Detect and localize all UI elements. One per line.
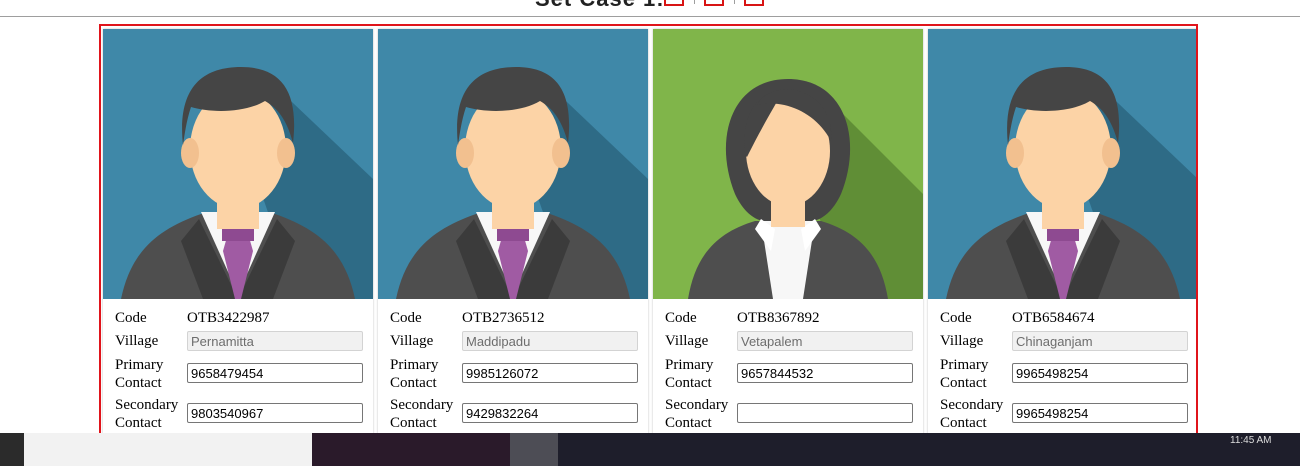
primary-contact-label: Primary Contact bbox=[390, 357, 439, 391]
beneficiary-card: Code OTB6584674 Village PrimaryContact S… bbox=[928, 29, 1196, 438]
code-value: OTB2736512 bbox=[462, 310, 545, 326]
code-label: Code bbox=[115, 310, 147, 326]
code-label: Code bbox=[665, 310, 697, 326]
beneficiary-card: Code OTB8367892 Village PrimaryContact S… bbox=[653, 29, 923, 438]
primary-contact-field[interactable] bbox=[737, 363, 913, 383]
primary-contact-field[interactable] bbox=[462, 363, 638, 383]
code-value: OTB8367892 bbox=[737, 310, 820, 326]
village-field[interactable] bbox=[462, 331, 638, 351]
code-label: Code bbox=[940, 310, 972, 326]
beneficiary-card: Code OTB3422987 Village PrimaryContact S… bbox=[103, 29, 373, 438]
village-field[interactable] bbox=[1012, 331, 1188, 351]
village-field[interactable] bbox=[187, 331, 363, 351]
beneficiary-card-grid: Code OTB3422987 Village PrimaryContact S… bbox=[99, 24, 1198, 440]
os-taskbar: 11:45 AM bbox=[0, 433, 1300, 466]
code-value: OTB3422987 bbox=[187, 310, 270, 326]
male-avatar-icon bbox=[103, 29, 373, 299]
secondary-contact-label: Secondary Contact bbox=[115, 397, 179, 431]
primary-contact-field[interactable] bbox=[1012, 363, 1188, 383]
primary-contact-label: Primary Contact bbox=[940, 357, 989, 391]
taskbar-apps[interactable] bbox=[312, 433, 510, 466]
code-label: Code bbox=[390, 310, 422, 326]
taskbar-active-app[interactable] bbox=[510, 433, 558, 466]
secondary-contact-label: Secondary Contact bbox=[665, 397, 729, 431]
primary-contact-field[interactable] bbox=[187, 363, 363, 383]
village-label: Village bbox=[390, 333, 434, 349]
taskbar-search-box[interactable] bbox=[24, 433, 312, 466]
male-avatar-icon bbox=[928, 29, 1196, 299]
male-avatar-icon bbox=[378, 29, 648, 299]
print-icon[interactable] bbox=[704, 0, 724, 6]
female-avatar-icon bbox=[653, 29, 923, 299]
export-icon[interactable] bbox=[664, 0, 684, 6]
village-field[interactable] bbox=[737, 331, 913, 351]
secondary-contact-field[interactable] bbox=[737, 403, 913, 423]
code-value: OTB6584674 bbox=[1012, 310, 1095, 326]
page-title: Set Case 1: bbox=[535, 0, 665, 12]
village-label: Village bbox=[940, 333, 984, 349]
primary-contact-label: Primary Contact bbox=[665, 357, 714, 391]
village-label: Village bbox=[665, 333, 709, 349]
taskbar-clock[interactable]: 11:45 AM bbox=[1230, 435, 1272, 446]
start-button[interactable] bbox=[0, 433, 24, 466]
divider bbox=[734, 0, 735, 4]
divider bbox=[694, 0, 695, 4]
secondary-contact-field[interactable] bbox=[187, 403, 363, 423]
primary-contact-label: Primary Contact bbox=[115, 357, 164, 391]
beneficiary-card: Code OTB2736512 Village PrimaryContact S… bbox=[378, 29, 648, 438]
secondary-contact-field[interactable] bbox=[1012, 403, 1188, 423]
pdf-icon[interactable] bbox=[744, 0, 764, 6]
secondary-contact-label: Secondary Contact bbox=[940, 397, 1004, 431]
village-label: Village bbox=[115, 333, 159, 349]
secondary-contact-field[interactable] bbox=[462, 403, 638, 423]
secondary-contact-label: Secondary Contact bbox=[390, 397, 454, 431]
top-header-bar: Set Case 1: bbox=[0, 0, 1300, 17]
